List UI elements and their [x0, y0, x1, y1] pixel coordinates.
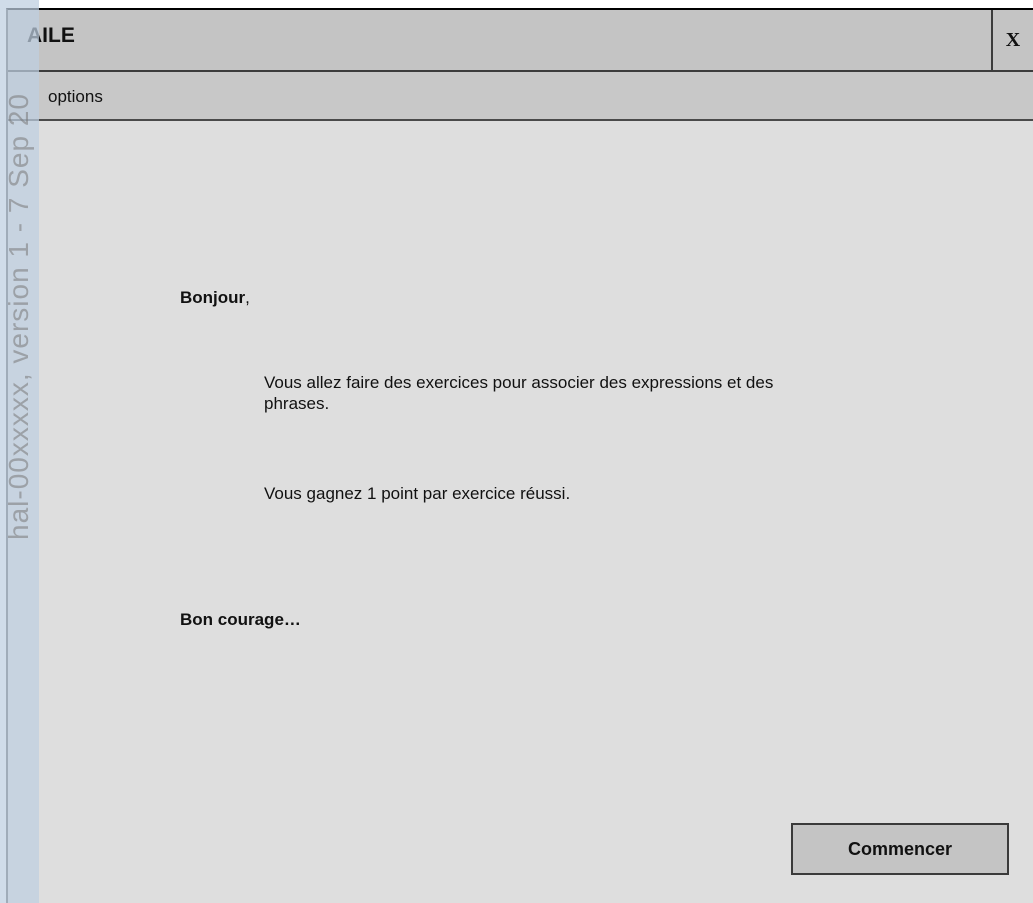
instruction-paragraph: Vous allez faire des exercices pour asso…: [264, 373, 774, 413]
greeting-text: Bonjour,: [180, 288, 250, 308]
closing-text: Bon courage…: [180, 610, 301, 629]
greeting-suffix: ,: [245, 288, 250, 307]
close-icon: X: [1005, 28, 1021, 51]
greeting-bold: Bonjour: [180, 288, 246, 307]
start-button[interactable]: Commencer: [791, 823, 1009, 875]
app-window: AILE X options Bonjour, Vous allez faire…: [6, 8, 1033, 903]
title-bar: AILE X: [8, 10, 1033, 72]
menu-bar: options: [8, 72, 1033, 121]
scoring-paragraph: Vous gagnez 1 point par exercice réussi.: [264, 484, 571, 503]
close-button[interactable]: X: [991, 10, 1033, 70]
watermark-text: hal-00xxxxx, version 1 - 7 Sep 20: [3, 93, 34, 540]
page: AILE X options Bonjour, Vous allez faire…: [0, 0, 1033, 903]
watermark-strip: hal-00xxxxx, version 1 - 7 Sep 20: [0, 0, 39, 903]
main-content: Bonjour, Vous allez faire des exercices …: [8, 121, 1033, 903]
menu-item-options[interactable]: options: [48, 87, 103, 107]
